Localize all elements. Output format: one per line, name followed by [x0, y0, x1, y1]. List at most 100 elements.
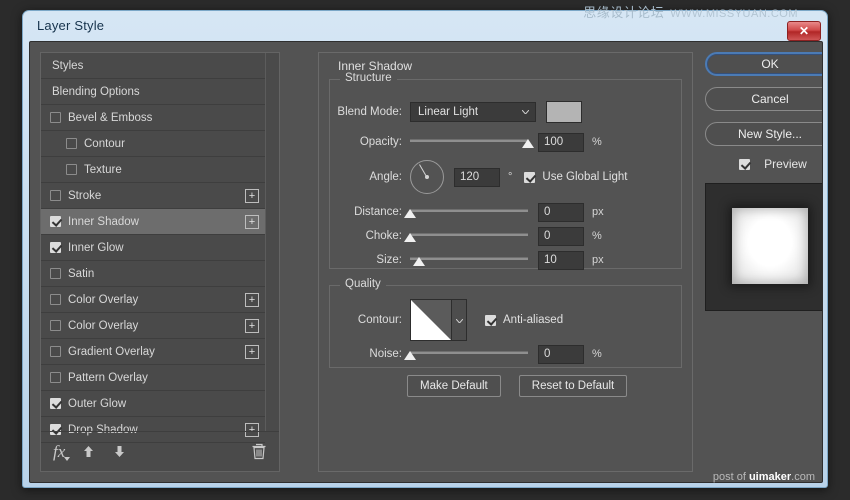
opacity-slider-track	[410, 139, 528, 142]
style-row-styles[interactable]: Styles	[41, 53, 265, 79]
style-row-inner-shadow[interactable]: Inner Shadow+	[41, 209, 265, 235]
add-effect-button[interactable]: +	[245, 319, 259, 333]
style-row-blending-options[interactable]: Blending Options	[41, 79, 265, 105]
preview-thumbnail	[705, 183, 823, 311]
opacity-slider[interactable]	[410, 135, 528, 149]
opacity-unit: %	[592, 136, 602, 148]
style-checkbox[interactable]	[50, 268, 61, 279]
style-row-label: Pattern Overlay	[68, 372, 259, 384]
noise-input[interactable]: 0	[538, 345, 584, 364]
styles-list-scrollbar[interactable]	[265, 53, 279, 431]
fx-icon[interactable]: fx	[53, 442, 65, 462]
style-checkbox[interactable]	[50, 112, 61, 123]
styles-list[interactable]: Styles Blending OptionsBevel & EmbossCont…	[41, 53, 265, 431]
style-checkbox[interactable]	[50, 372, 61, 383]
style-row-color-overlay[interactable]: Color Overlay+	[41, 287, 265, 313]
layer-style-window: Layer Style ✕ StylesBlending OptionsBeve…	[22, 10, 828, 488]
style-checkbox[interactable]	[50, 190, 61, 201]
angle-dial[interactable]	[410, 160, 444, 194]
choke-slider-track	[410, 233, 528, 236]
style-checkbox[interactable]	[66, 138, 77, 149]
style-checkbox[interactable]	[50, 320, 61, 331]
cancel-button[interactable]: Cancel	[705, 87, 823, 111]
angle-input[interactable]: 120	[454, 168, 500, 187]
distance-slider-knob[interactable]	[404, 209, 416, 218]
noise-slider[interactable]	[410, 347, 528, 361]
size-input[interactable]: 10	[538, 251, 584, 270]
contour-thumbnail[interactable]	[410, 299, 452, 341]
trash-icon[interactable]	[251, 443, 267, 460]
style-row-outer-glow[interactable]: Outer Glow	[41, 391, 265, 417]
move-up-icon[interactable]	[81, 444, 96, 459]
ok-button[interactable]: OK	[705, 52, 823, 76]
style-row-label: Color Overlay	[68, 294, 245, 306]
style-checkbox[interactable]	[50, 216, 61, 227]
style-row-label: Inner Shadow	[68, 216, 245, 228]
preview-box-check[interactable]	[739, 159, 750, 170]
contour-ramp	[411, 300, 451, 340]
distance-slider[interactable]	[410, 205, 528, 219]
styles-toolbar: fx	[41, 431, 279, 471]
choke-input[interactable]: 0	[538, 227, 584, 246]
structure-group-label: Structure	[340, 72, 397, 84]
style-row-color-overlay[interactable]: Color Overlay+	[41, 313, 265, 339]
anti-aliased-label: Anti-aliased	[503, 314, 563, 326]
noise-unit: %	[592, 348, 602, 360]
contour-dropdown[interactable]	[452, 299, 467, 341]
distance-input[interactable]: 0	[538, 203, 584, 222]
reset-to-default-button[interactable]: Reset to Default	[519, 375, 627, 397]
noise-label: Noise:	[336, 348, 402, 360]
style-checkbox[interactable]	[50, 242, 61, 253]
choke-slider[interactable]	[410, 229, 528, 243]
add-effect-button[interactable]: +	[245, 293, 259, 307]
use-global-light-box[interactable]	[524, 172, 535, 183]
choke-unit: %	[592, 230, 602, 242]
watermark-bottom-prefix: post of	[713, 471, 749, 483]
add-effect-button[interactable]: +	[245, 215, 259, 229]
shadow-color-swatch[interactable]	[546, 101, 582, 123]
style-row-bevel-emboss[interactable]: Bevel & Emboss	[41, 105, 265, 131]
style-row-label: Color Overlay	[68, 320, 245, 332]
anti-aliased-checkbox[interactable]: Anti-aliased	[485, 314, 563, 326]
style-row-contour[interactable]: Contour	[41, 131, 265, 157]
style-checkbox[interactable]	[50, 398, 61, 409]
new-style-button[interactable]: New Style...	[705, 122, 823, 146]
style-row-inner-glow[interactable]: Inner Glow	[41, 235, 265, 261]
style-checkbox[interactable]	[66, 164, 77, 175]
opacity-input[interactable]: 100	[538, 133, 584, 152]
blend-mode-row: Blend Mode: Linear Light	[336, 100, 582, 124]
add-effect-button[interactable]: +	[245, 189, 259, 203]
choke-row: Choke: 0 %	[336, 226, 602, 246]
move-down-icon[interactable]	[112, 444, 127, 459]
opacity-slider-knob[interactable]	[522, 139, 534, 148]
angle-row: Angle: 120 ° Use Global Light	[336, 158, 627, 196]
close-button[interactable]: ✕	[787, 21, 821, 41]
size-row: Size: 10 px	[336, 250, 604, 270]
make-default-button[interactable]: Make Default	[407, 375, 501, 397]
style-checkbox[interactable]	[50, 346, 61, 357]
style-row-label: Texture	[84, 164, 259, 176]
contour-label: Contour:	[336, 314, 402, 326]
style-row-gradient-overlay[interactable]: Gradient Overlay+	[41, 339, 265, 365]
choke-slider-knob[interactable]	[404, 233, 416, 242]
anti-aliased-box[interactable]	[485, 315, 496, 326]
structure-group: Structure Blend Mode: Linear Light Opaci…	[329, 79, 682, 269]
style-row-label: Styles	[52, 60, 259, 72]
size-unit: px	[592, 254, 604, 266]
style-row-pattern-overlay[interactable]: Pattern Overlay	[41, 365, 265, 391]
default-buttons: Make Default Reset to Default	[407, 375, 627, 397]
quality-group-label: Quality	[340, 278, 386, 290]
use-global-light-checkbox[interactable]: Use Global Light	[524, 171, 627, 183]
size-slider-knob[interactable]	[413, 257, 425, 266]
blend-mode-select[interactable]: Linear Light	[410, 102, 536, 122]
style-row-texture[interactable]: Texture	[41, 157, 265, 183]
angle-label: Angle:	[336, 171, 402, 183]
watermark-top-url: WWW.MISSYUAN.COM	[670, 8, 798, 20]
size-slider[interactable]	[410, 253, 528, 267]
style-row-stroke[interactable]: Stroke+	[41, 183, 265, 209]
preview-checkbox[interactable]: Preview	[705, 157, 823, 171]
noise-slider-knob[interactable]	[404, 351, 416, 360]
add-effect-button[interactable]: +	[245, 345, 259, 359]
style-row-satin[interactable]: Satin	[41, 261, 265, 287]
style-checkbox[interactable]	[50, 294, 61, 305]
